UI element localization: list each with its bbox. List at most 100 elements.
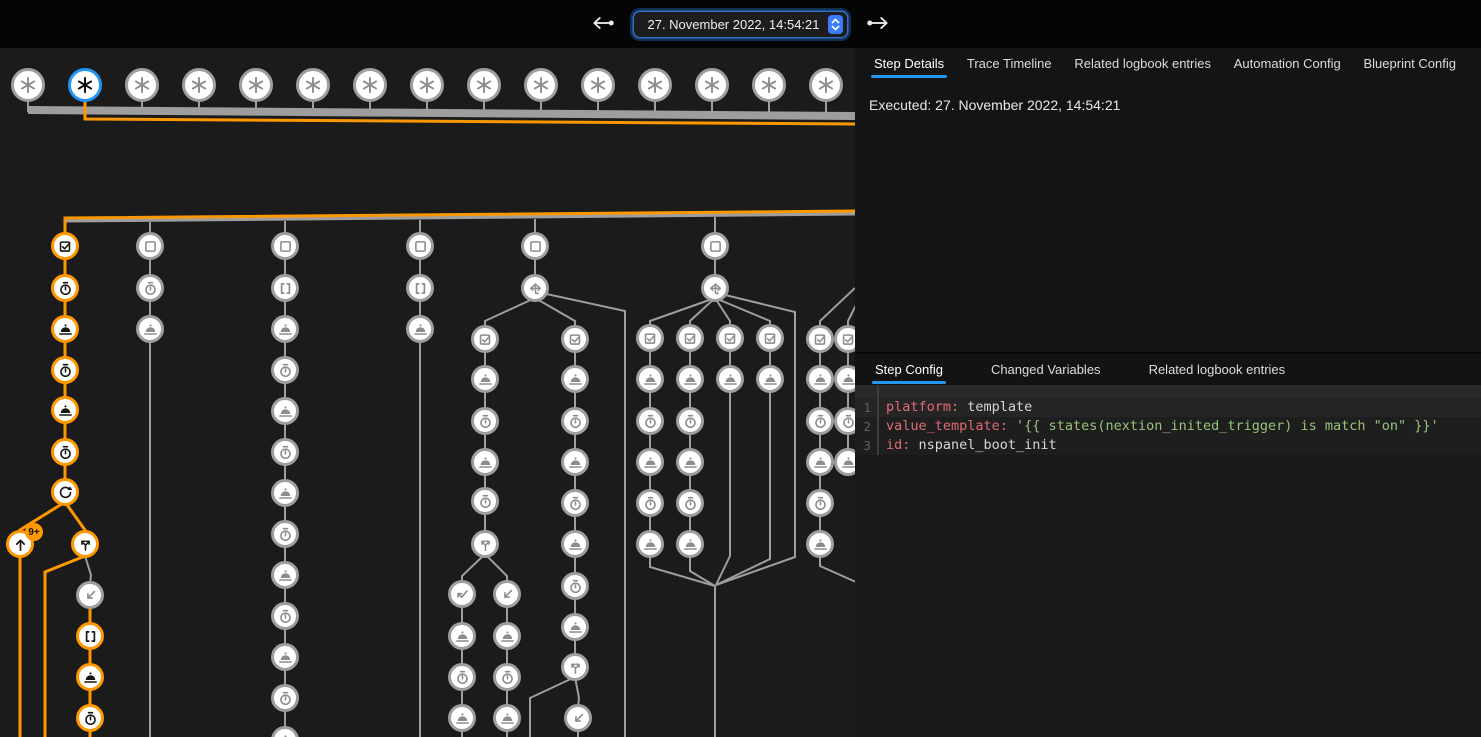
fork-node[interactable] — [71, 530, 99, 558]
asterisk-node[interactable] — [68, 68, 102, 102]
service-node[interactable] — [561, 530, 589, 558]
service-node[interactable] — [561, 448, 589, 476]
asterisk-node[interactable] — [125, 68, 159, 102]
timer-node[interactable] — [271, 602, 299, 630]
service-node[interactable] — [561, 613, 589, 641]
condition-checked-node[interactable] — [636, 324, 664, 352]
timer-node[interactable] — [561, 407, 589, 435]
condition-checked-node[interactable] — [561, 325, 589, 353]
fork-node[interactable] — [561, 653, 589, 681]
asterisk-node[interactable] — [11, 68, 45, 102]
service-node[interactable] — [636, 448, 664, 476]
arrow-in-node[interactable] — [76, 581, 104, 609]
timer-node[interactable] — [636, 489, 664, 517]
asterisk-node[interactable] — [410, 68, 444, 102]
timer-node[interactable] — [51, 438, 79, 466]
timer-node[interactable] — [806, 407, 834, 435]
service-node[interactable] — [561, 365, 589, 393]
tab-step-details[interactable]: Step Details — [871, 48, 947, 79]
brackets-node[interactable] — [76, 622, 104, 650]
tab-related-logbook[interactable]: Related logbook entries — [1071, 48, 1214, 79]
service-node[interactable] — [493, 622, 521, 650]
asterisk-node[interactable] — [353, 68, 387, 102]
timer-node[interactable] — [834, 407, 855, 435]
timer-node[interactable] — [271, 520, 299, 548]
brackets-node[interactable] — [271, 274, 299, 302]
condition-checked-node[interactable] — [676, 324, 704, 352]
timer-node[interactable] — [136, 274, 164, 302]
tab-blueprint-config[interactable]: Blueprint Config — [1360, 48, 1459, 79]
asterisk-node[interactable] — [296, 68, 330, 102]
next-run-button[interactable] — [863, 9, 893, 39]
service-node[interactable] — [676, 448, 704, 476]
timer-node[interactable] — [676, 407, 704, 435]
service-node[interactable] — [636, 530, 664, 558]
run-picker-select[interactable]: 27. November 2022, 14:54:21 — [634, 12, 846, 37]
tab-changed-variables[interactable]: Changed Variables — [988, 354, 1104, 385]
service-node[interactable] — [406, 315, 434, 343]
asterisk-node[interactable] — [638, 68, 672, 102]
condition-checked-node[interactable] — [716, 324, 744, 352]
service-node[interactable] — [471, 448, 499, 476]
arrow-in-node[interactable] — [493, 580, 521, 608]
timer-node[interactable] — [561, 572, 589, 600]
condition-checked-node[interactable] — [806, 325, 834, 353]
timer-node[interactable] — [561, 489, 589, 517]
service-node[interactable] — [448, 704, 476, 732]
asterisk-node[interactable] — [809, 68, 843, 102]
service-node[interactable] — [806, 530, 834, 558]
service-node[interactable] — [471, 365, 499, 393]
repeat-node[interactable] — [51, 478, 79, 506]
tab-step-config[interactable]: Step Config — [872, 354, 946, 385]
asterisk-node[interactable] — [752, 68, 786, 102]
tab-trace-timeline[interactable]: Trace Timeline — [964, 48, 1055, 79]
condition-checked-node[interactable] — [471, 325, 499, 353]
timer-node[interactable] — [271, 438, 299, 466]
asterisk-node[interactable] — [524, 68, 558, 102]
condition-node[interactable] — [271, 232, 299, 260]
timer-node[interactable] — [51, 356, 79, 384]
service-node[interactable] — [806, 448, 834, 476]
arrow-in-node[interactable] — [564, 704, 592, 732]
service-node[interactable] — [806, 365, 834, 393]
timer-node[interactable] — [76, 704, 104, 732]
condition-checked-node[interactable] — [834, 325, 855, 353]
arrow-up-node[interactable]: 9+ — [6, 530, 34, 558]
asterisk-node[interactable] — [581, 68, 615, 102]
asterisk-node[interactable] — [239, 68, 273, 102]
previous-run-button[interactable] — [588, 9, 618, 39]
timer-node[interactable] — [471, 407, 499, 435]
condition-node[interactable] — [136, 232, 164, 260]
choose-node[interactable] — [701, 274, 729, 302]
service-node[interactable] — [271, 479, 299, 507]
condition-checked-node[interactable] — [756, 324, 784, 352]
service-node[interactable] — [271, 561, 299, 589]
yaml-editor[interactable]: 1 platform: template 2 value_template: '… — [855, 385, 1481, 455]
service-node[interactable] — [636, 365, 664, 393]
service-node[interactable] — [834, 448, 855, 476]
timer-node[interactable] — [636, 407, 664, 435]
arrow-check-node[interactable] — [448, 580, 476, 608]
service-node[interactable] — [676, 365, 704, 393]
tab-automation-config[interactable]: Automation Config — [1231, 48, 1344, 79]
brackets-node[interactable] — [406, 274, 434, 302]
service-node[interactable] — [716, 365, 744, 393]
service-node[interactable] — [271, 315, 299, 343]
service-node[interactable] — [136, 315, 164, 343]
service-node[interactable] — [51, 396, 79, 424]
timer-node[interactable] — [51, 274, 79, 302]
service-node[interactable] — [271, 397, 299, 425]
fork-node[interactable] — [471, 530, 499, 558]
timer-node[interactable] — [448, 663, 476, 691]
tab-related-logbook-bottom[interactable]: Related logbook entries — [1146, 354, 1289, 385]
service-node[interactable] — [756, 365, 784, 393]
service-node[interactable] — [834, 365, 855, 393]
condition-node[interactable] — [701, 232, 729, 260]
service-node[interactable] — [493, 704, 521, 732]
condition-node[interactable] — [521, 232, 549, 260]
choose-node[interactable] — [521, 274, 549, 302]
asterisk-node[interactable] — [695, 68, 729, 102]
timer-node[interactable] — [806, 489, 834, 517]
timer-node[interactable] — [493, 663, 521, 691]
timer-node[interactable] — [471, 487, 499, 515]
